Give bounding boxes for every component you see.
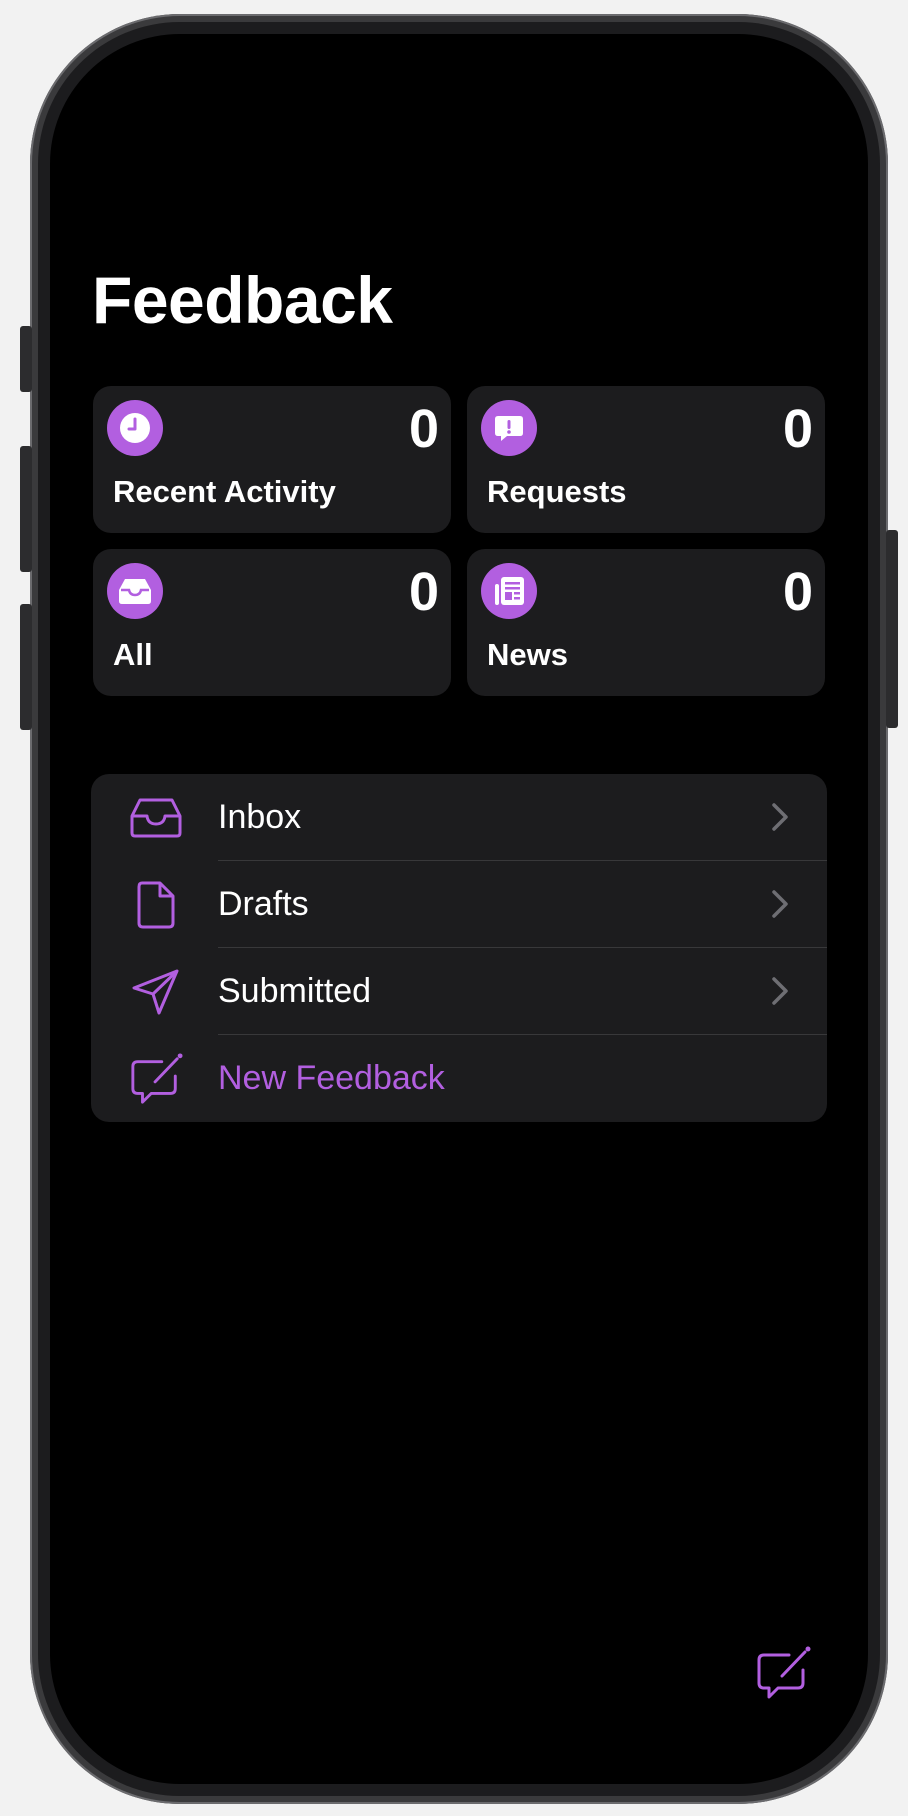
device-frame: Feedback 0 Recent Activity 0 Requests 0 … xyxy=(20,14,898,1804)
mailbox-list: Inbox Drafts Submitted New Feedback xyxy=(91,774,827,1122)
tile-count: 0 xyxy=(408,399,439,459)
chevron-right-icon xyxy=(772,977,788,1005)
tile-label: News xyxy=(487,637,568,672)
tile-count: 0 xyxy=(408,562,439,622)
paper-plane-icon xyxy=(129,966,183,1018)
tile-all[interactable]: 0 All xyxy=(93,549,451,696)
page-title: Feedback xyxy=(92,263,393,337)
newspaper-icon xyxy=(481,563,537,619)
list-item-new-feedback[interactable]: New Feedback xyxy=(91,1035,827,1122)
tile-count: 0 xyxy=(782,399,813,459)
chevron-right-icon xyxy=(772,890,788,918)
exclamation-bubble-icon xyxy=(481,400,537,456)
list-item-inbox[interactable]: Inbox xyxy=(91,774,827,861)
tile-label: All xyxy=(113,637,153,672)
tile-recent-activity[interactable]: 0 Recent Activity xyxy=(93,386,451,533)
compose-button[interactable] xyxy=(754,1644,812,1702)
list-item-label: Drafts xyxy=(218,885,309,923)
list-item-label: New Feedback xyxy=(218,1059,445,1097)
inbox-icon xyxy=(129,792,183,844)
tile-count: 0 xyxy=(782,562,813,622)
list-item-drafts[interactable]: Drafts xyxy=(91,861,827,948)
tile-label: Requests xyxy=(487,474,627,509)
compose-icon xyxy=(129,1053,183,1105)
list-item-submitted[interactable]: Submitted xyxy=(91,948,827,1035)
chevron-right-icon xyxy=(772,803,788,831)
volume-down-button xyxy=(20,604,32,730)
document-icon xyxy=(129,879,183,931)
action-button xyxy=(20,326,32,392)
list-item-label: Submitted xyxy=(218,972,372,1010)
volume-up-button xyxy=(20,446,32,572)
tile-news[interactable]: 0 News xyxy=(467,549,825,696)
screen: Feedback 0 Recent Activity 0 Requests 0 … xyxy=(50,34,868,1784)
tray-icon xyxy=(107,563,163,619)
compose-icon xyxy=(757,1646,811,1699)
list-item-label: Inbox xyxy=(218,798,302,836)
power-button xyxy=(886,530,898,728)
tile-label: Recent Activity xyxy=(113,474,336,509)
tile-requests[interactable]: 0 Requests xyxy=(467,386,825,533)
clock-icon xyxy=(107,400,163,456)
